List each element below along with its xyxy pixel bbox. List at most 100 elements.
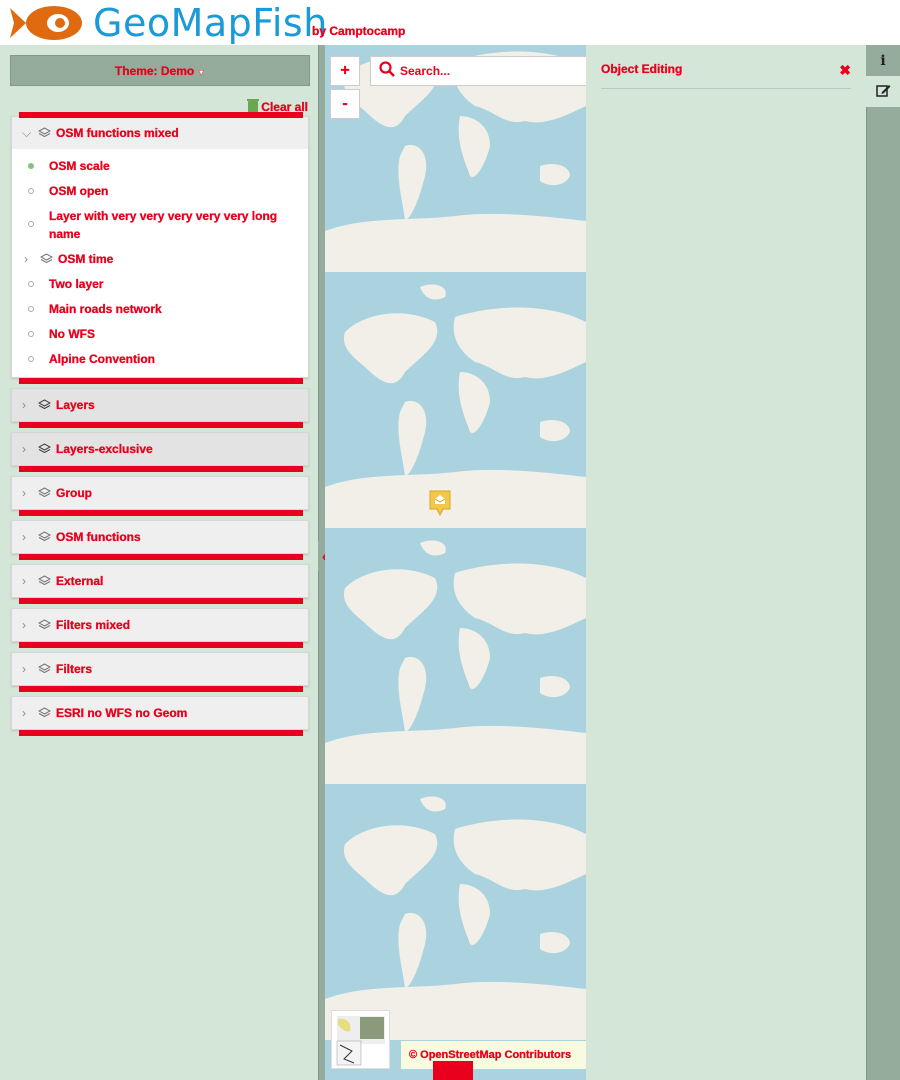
group-name: OSM functions: [56, 530, 141, 544]
group-name: Layers: [56, 398, 95, 412]
theme-selector-label: Theme: Demo: [114, 64, 195, 78]
chevron-right-icon[interactable]: ›: [22, 574, 36, 588]
map-tile: [325, 272, 586, 528]
edit-icon: [875, 83, 891, 100]
group-highlight-bar: [19, 112, 303, 118]
sub-group-osm-time[interactable]: › OSM time: [12, 246, 308, 271]
tree-group-esri-no-wfs-no-geom[interactable]: › ESRI no WFS no Geom: [11, 696, 309, 736]
layer-label: Alpine Convention: [49, 352, 155, 366]
layer-visibility-radio[interactable]: [28, 306, 34, 312]
group-header[interactable]: ⌵ OSM functions mixed: [12, 117, 308, 149]
app-header: GeoMapFish by Camptocamp: [0, 0, 900, 45]
group-highlight-bar: [19, 422, 303, 428]
group-name: External: [56, 574, 104, 588]
zoom-in-button[interactable]: +: [330, 56, 360, 86]
layer-label: OSM scale: [49, 159, 110, 173]
chevron-right-icon[interactable]: ›: [24, 250, 38, 268]
layers-icon: [40, 253, 58, 265]
brand-title: GeoMapFish: [93, 1, 328, 45]
layer-label: No WFS: [49, 327, 95, 341]
layers-icon: [38, 443, 56, 455]
tree-group-osm-functions[interactable]: › OSM functions: [11, 520, 309, 560]
edit-button[interactable]: [866, 76, 900, 107]
layer-label: Layer with very very very very very long…: [49, 209, 278, 241]
chevron-right-icon[interactable]: ›: [22, 398, 36, 412]
sub-group-label: OSM time: [58, 252, 114, 266]
layer-item-long-name[interactable]: Layer with very very very very very long…: [12, 203, 308, 246]
layer-label: Two layer: [49, 277, 104, 291]
zoom-out-button[interactable]: -: [330, 89, 360, 119]
chevron-down-icon[interactable]: ⌵: [22, 126, 36, 141]
right-toolbar: [866, 45, 900, 1080]
chevron-right-icon[interactable]: ›: [22, 530, 36, 544]
tree-group-layers[interactable]: › Layers: [11, 388, 309, 428]
group-highlight-bar: [19, 598, 303, 604]
group-name: Filters mixed: [56, 618, 131, 632]
layers-icon: [38, 619, 56, 631]
chevron-right-icon[interactable]: ›: [22, 706, 36, 720]
chevron-right-icon[interactable]: ›: [22, 486, 36, 500]
layers-icon: [38, 707, 56, 719]
group-name: OSM functions mixed: [56, 126, 179, 140]
caret-down-icon: ▼: [197, 68, 206, 77]
search-input[interactable]: [400, 64, 570, 78]
chevron-right-icon[interactable]: ›: [22, 618, 36, 632]
overview-map-button[interactable]: [331, 1010, 390, 1069]
map-feature-marker[interactable]: [428, 489, 452, 522]
layer-label: OSM open: [49, 184, 109, 198]
group-highlight-bar: [19, 730, 303, 736]
group-highlight-bar: [19, 642, 303, 648]
group-highlight-bar: [19, 554, 303, 560]
layers-icon: [38, 399, 56, 411]
group-name: Group: [56, 486, 92, 500]
layer-item-no-wfs[interactable]: No WFS: [12, 321, 308, 346]
group-highlight-bar: [19, 510, 303, 516]
theme-selector-button[interactable]: Theme: Demo ▼: [10, 55, 310, 86]
layer-tree-panel: Theme: Demo ▼ Clear all ⌵ OSM functions m…: [0, 45, 318, 1080]
info-button[interactable]: i: [866, 45, 900, 76]
layer-label: Main roads network: [49, 302, 162, 316]
tree-group-external[interactable]: › External: [11, 564, 309, 604]
map-attribution[interactable]: © OpenStreetMap Contributors: [401, 1041, 586, 1069]
tree-group-filters[interactable]: › Filters: [11, 652, 309, 692]
group-highlight-bar: [19, 378, 303, 384]
layer-visibility-radio[interactable]: [28, 163, 34, 169]
tree-group-group[interactable]: › Group: [11, 476, 309, 516]
layer-item-two-layer[interactable]: Two layer: [12, 271, 308, 296]
layer-item-alpine-convention[interactable]: Alpine Convention: [12, 346, 308, 371]
layer-visibility-radio[interactable]: [28, 221, 34, 227]
close-icon[interactable]: ✖: [839, 62, 851, 79]
tree-group-filters-mixed[interactable]: › Filters mixed: [11, 608, 309, 648]
brand-byline: by Camptocamp: [312, 24, 406, 38]
layer-item-main-roads[interactable]: Main roads network: [12, 296, 308, 321]
chevron-right-icon[interactable]: ›: [22, 662, 36, 676]
group-name: ESRI no WFS no Geom: [56, 706, 188, 720]
geomapfish-logo: [10, 4, 84, 47]
panel-divider: [601, 88, 851, 89]
search-icon: [379, 60, 395, 82]
layer-item-osm-scale[interactable]: OSM scale: [12, 153, 308, 178]
layer-visibility-radio[interactable]: [28, 356, 34, 362]
map-viewport[interactable]: [325, 45, 586, 1080]
tree-group-layers-exclusive[interactable]: › Layers-exclusive: [11, 432, 309, 472]
group-name: Layers-exclusive: [56, 442, 153, 456]
map-tile: [325, 784, 586, 1040]
layers-icon: [38, 487, 56, 499]
group-highlight-bar: [19, 686, 303, 692]
layers-icon: [38, 663, 56, 675]
map-scale-bar: [433, 1061, 473, 1080]
layer-visibility-radio[interactable]: [28, 188, 34, 194]
map-tile: [325, 528, 586, 784]
layer-tree: ⌵ OSM functions mixed OSM scale OSM open: [11, 112, 309, 740]
layers-icon: [38, 127, 56, 139]
search-box[interactable]: [370, 56, 586, 86]
layer-visibility-radio[interactable]: [28, 281, 34, 287]
tree-group-osm-functions-mixed: ⌵ OSM functions mixed OSM scale OSM open: [11, 112, 309, 384]
panel-title: Object Editing: [601, 62, 683, 76]
layer-visibility-radio[interactable]: [28, 331, 34, 337]
chevron-right-icon[interactable]: ›: [22, 442, 36, 456]
layers-icon: [38, 575, 56, 587]
layer-item-osm-open[interactable]: OSM open: [12, 178, 308, 203]
info-icon: i: [880, 52, 886, 69]
object-editing-panel: Object Editing ✖: [586, 45, 866, 1080]
